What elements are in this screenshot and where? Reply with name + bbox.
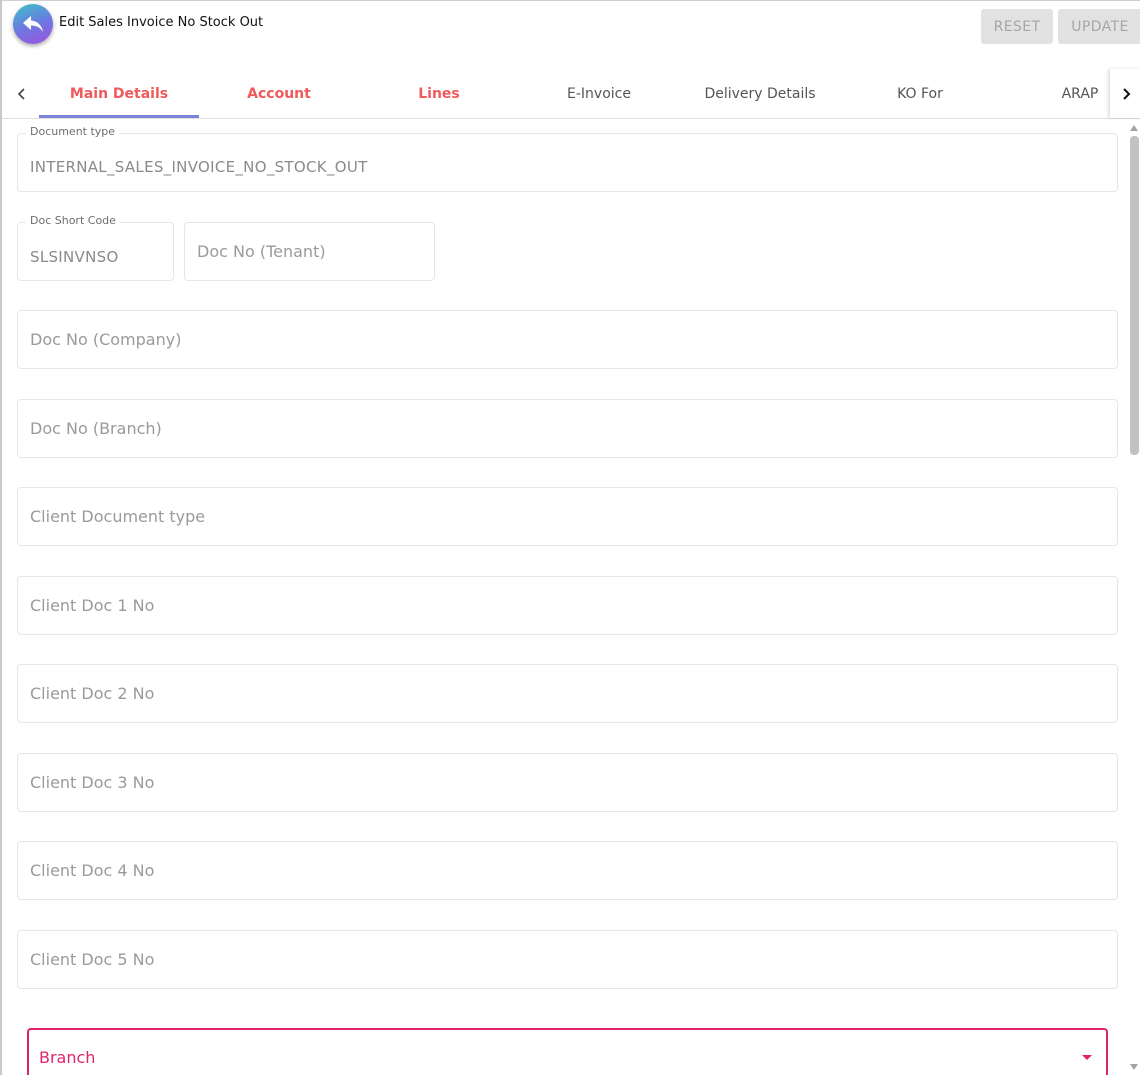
client-doc-3-no-placeholder: Client Doc 3 No [30, 773, 155, 792]
reply-arrow-icon [23, 16, 43, 32]
client-doc-4-no-placeholder: Client Doc 4 No [30, 861, 155, 880]
vertical-scrollbar[interactable] [1127, 120, 1140, 1075]
document-type-field[interactable]: Document type INTERNAL_SALES_INVOICE_NO_… [17, 125, 1118, 192]
client-document-type-field[interactable]: Client Document type [17, 487, 1118, 546]
reset-button[interactable]: RESET [981, 9, 1053, 44]
doc-no-company-placeholder: Doc No (Company) [30, 330, 182, 349]
document-type-value: INTERNAL_SALES_INVOICE_NO_STOCK_OUT [30, 158, 368, 176]
doc-short-code-label: Doc Short Code [26, 214, 120, 227]
client-doc-2-no-placeholder: Client Doc 2 No [30, 684, 155, 703]
client-document-type-placeholder: Client Document type [30, 507, 206, 526]
form-scroll-area: Document type INTERNAL_SALES_INVOICE_NO_… [2, 120, 1140, 1075]
doc-no-tenant-placeholder: Doc No (Tenant) [197, 242, 326, 261]
doc-no-company-field[interactable]: Doc No (Company) [17, 310, 1118, 369]
doc-no-tenant-field[interactable]: Doc No (Tenant) [184, 222, 435, 281]
back-button[interactable] [13, 4, 53, 44]
tab-bar: Main Details Account Lines E-Invoice Del… [2, 69, 1140, 119]
branch-select[interactable]: Branch [27, 1028, 1108, 1075]
tab-ko-for[interactable]: KO For [840, 69, 1000, 118]
doc-short-code-value: SLSINVNSO [30, 248, 119, 266]
branch-label: Branch [39, 1048, 96, 1067]
chevron-right-icon [1123, 87, 1131, 100]
document-type-label: Document type [26, 125, 120, 138]
app-window: Edit Sales Invoice No Stock Out RESET UP… [0, 0, 1140, 1075]
tab-scroll-right-button[interactable] [1110, 69, 1140, 118]
client-doc-2-no-field[interactable]: Client Doc 2 No [17, 664, 1118, 723]
doc-short-code-field[interactable]: Doc Short Code SLSINVNSO [17, 214, 174, 281]
tab-delivery-details[interactable]: Delivery Details [680, 69, 840, 118]
tab-scroll-left-button[interactable] [4, 69, 40, 118]
scroll-down-arrow-icon[interactable] [1130, 1064, 1138, 1070]
client-doc-5-no-field[interactable]: Client Doc 5 No [17, 930, 1118, 989]
tab-lines[interactable]: Lines [359, 69, 519, 118]
tab-account[interactable]: Account [199, 69, 359, 118]
tab-main-details[interactable]: Main Details [39, 69, 199, 118]
page-title: Edit Sales Invoice No Stock Out [59, 15, 264, 30]
chevron-left-icon [17, 87, 25, 100]
doc-no-branch-field[interactable]: Doc No (Branch) [17, 399, 1118, 458]
active-tab-indicator [39, 115, 199, 118]
doc-no-branch-placeholder: Doc No (Branch) [30, 419, 162, 438]
client-doc-1-no-field[interactable]: Client Doc 1 No [17, 576, 1118, 635]
scrollbar-thumb[interactable] [1130, 136, 1139, 455]
update-button[interactable]: UPDATE [1058, 9, 1140, 44]
scroll-up-arrow-icon[interactable] [1130, 125, 1138, 131]
tab-e-invoice[interactable]: E-Invoice [519, 69, 679, 118]
client-doc-5-no-placeholder: Client Doc 5 No [30, 950, 155, 969]
caret-down-icon [1082, 1055, 1092, 1060]
client-doc-3-no-field[interactable]: Client Doc 3 No [17, 753, 1118, 812]
client-doc-1-no-placeholder: Client Doc 1 No [30, 596, 155, 615]
client-doc-4-no-field[interactable]: Client Doc 4 No [17, 841, 1118, 900]
